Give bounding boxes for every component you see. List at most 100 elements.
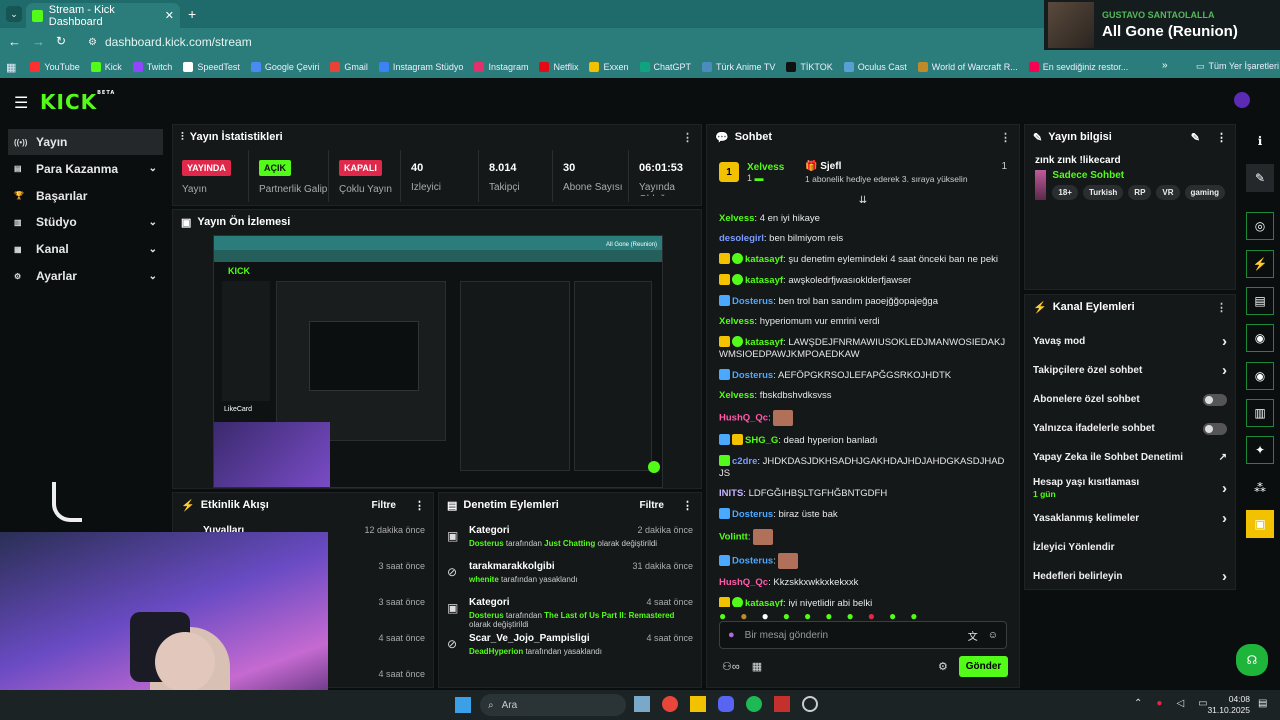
chat-username[interactable]: katasayf: [745, 598, 783, 607]
bookmark-item[interactable]: Twitch: [132, 62, 172, 72]
channel-action-item[interactable]: Hedefleri belirleyin ›: [1025, 562, 1235, 591]
moderation-item[interactable]: ▣ Kategori 4 saat önce Dosterus tarafından …: [439, 597, 701, 633]
bookmark-item[interactable]: Türk Anime TV: [702, 62, 775, 72]
gift-icon[interactable]: ▣: [1246, 510, 1274, 538]
stream-tag[interactable]: VR: [1156, 185, 1180, 200]
stream-tag[interactable]: 18+: [1052, 185, 1078, 200]
emoji-icon[interactable]: ☺: [988, 630, 998, 641]
moderator-name[interactable]: DeadHyperion: [469, 647, 523, 656]
sidebar-item-3[interactable]: ▥ Stüdyo ⌄: [8, 209, 163, 235]
edit-icon[interactable]: ✎: [1191, 131, 1200, 144]
bookmark-item[interactable]: World of Warcraft R...: [917, 62, 1018, 72]
chat-username[interactable]: HushQ_Qc: [719, 577, 768, 588]
channel-action-item[interactable]: Yapay Zeka ile Sohbet Denetimi ↗: [1025, 443, 1235, 472]
bookmark-item[interactable]: En sevdiğiniz restor...: [1028, 62, 1128, 72]
collapse-pinned-icon[interactable]: ⇊: [707, 195, 1019, 207]
chat-message[interactable]: desolegirl: ben bilmiyom reis: [719, 233, 1007, 245]
bookmark-item[interactable]: SpeedTest: [183, 62, 240, 72]
browser-tab[interactable]: Stream - Kick Dashboard ✕: [26, 3, 180, 28]
chat-message[interactable]: Xelvess: fbskdbshvdksvss: [719, 390, 1007, 402]
close-tab-icon[interactable]: ✕: [165, 9, 174, 22]
document-icon[interactable]: ▤: [1246, 287, 1274, 315]
stream-tag[interactable]: Turkish: [1082, 185, 1124, 200]
channel-action-item[interactable]: İzleyici Yönlendir: [1025, 533, 1235, 562]
chat-settings-icon[interactable]: ⚙: [938, 660, 948, 673]
activity-filter-button[interactable]: Filtre: [372, 500, 396, 511]
stats-menu-icon[interactable]: ⋮: [682, 131, 693, 144]
chat-message[interactable]: katasayf: iyi niyetlidir abi belki: [719, 597, 1007, 607]
bookmark-item[interactable]: Instagram Stüdyo: [378, 62, 463, 72]
discord-icon[interactable]: [718, 696, 734, 712]
chat-username[interactable]: Dosterus: [732, 556, 773, 567]
new-tab-button[interactable]: +: [188, 6, 196, 22]
stream-info-menu-icon[interactable]: ⋮: [1216, 131, 1227, 144]
chat-username[interactable]: Volintt: [719, 532, 748, 543]
chat-message[interactable]: Xelvess: 4 en iyi hikaye: [719, 213, 1007, 225]
chat-message[interactable]: Dosterus: biraz üste bak: [719, 508, 1007, 521]
toggle-switch[interactable]: [1203, 422, 1227, 435]
chat-message[interactable]: katasayf: LAWŞDEJFNRMAWIUSOKLEDJMANWOSIE…: [719, 336, 1007, 361]
chat-username[interactable]: katasayf: [745, 254, 783, 265]
clock[interactable]: 04:08 31.10.2025: [1186, 694, 1250, 716]
sidebar-item-1[interactable]: ▤ Para Kazanma ⌄: [8, 156, 163, 182]
moderator-name[interactable]: Dosterus: [469, 539, 504, 548]
chat-username[interactable]: SHG_G: [745, 435, 778, 446]
chat-username[interactable]: HushQ_Qc: [719, 413, 768, 424]
bookmark-item[interactable]: Kick: [90, 62, 122, 72]
wrench-icon[interactable]: ✦: [1246, 436, 1274, 464]
bookmark-item[interactable]: Netflix: [539, 62, 578, 72]
chat-username[interactable]: Xelvess: [719, 390, 754, 401]
all-bookmarks[interactable]: ▭ Tüm Yer İşaretleri: [1196, 61, 1279, 72]
server-icon[interactable]: ▥: [1246, 399, 1274, 427]
stream-tag[interactable]: gaming: [1184, 185, 1225, 200]
chat-username[interactable]: Dosterus: [732, 296, 773, 307]
channel-action-item[interactable]: Takipçilere özel sohbet ›: [1025, 356, 1235, 385]
category-name[interactable]: Sadece Sohbet: [1052, 170, 1225, 181]
chat-username[interactable]: INITS: [719, 488, 743, 499]
moderator-name[interactable]: Dosterus: [469, 611, 504, 620]
chat-message[interactable]: SHG_G: dead hyperion banladı: [719, 434, 1007, 447]
moderation-item[interactable]: ⊘ tarakmarakkolgibi 31 dakika önce whenite …: [439, 561, 701, 597]
forward-icon[interactable]: →: [32, 34, 45, 49]
chat-bubble-icon[interactable]: ◉: [1246, 324, 1274, 352]
taskbar-app-icon[interactable]: [634, 696, 650, 712]
chat-message[interactable]: Dosterus:: [719, 553, 1007, 569]
spotify-icon[interactable]: [746, 696, 762, 712]
taskbar-search[interactable]: ⌕ Ara: [480, 694, 626, 716]
profile-avatar[interactable]: [1234, 92, 1250, 108]
moderator-name[interactable]: whenite: [469, 575, 499, 584]
bookmark-item[interactable]: Instagram: [474, 62, 528, 72]
channel-action-item[interactable]: Yalnızca ifadelerle sohbet: [1025, 414, 1235, 443]
chat-message[interactable]: HushQ_Qc: Kkzskkxwkkxkekxxk: [719, 577, 1007, 589]
stream-tag[interactable]: RP: [1128, 185, 1152, 200]
chat-message[interactable]: Xelvess: hyperiomum vur emrini verdi: [719, 316, 1007, 328]
store-icon[interactable]: ▦: [752, 660, 762, 673]
integration-icon[interactable]: ⁂: [1246, 474, 1274, 502]
channel-action-item[interactable]: Abonelere özel sohbet: [1025, 385, 1235, 414]
reload-icon[interactable]: ↻: [56, 34, 66, 48]
channel-actions-menu-icon[interactable]: ⋮: [1216, 301, 1227, 314]
bookmark-item[interactable]: ChatGPT: [639, 62, 691, 72]
bookmark-item[interactable]: Oculus Cast: [843, 62, 907, 72]
site-info-icon[interactable]: ⚙: [88, 37, 97, 48]
lightning-icon[interactable]: ⚡: [1246, 250, 1274, 278]
bookmark-item[interactable]: Gmail: [330, 62, 368, 72]
broadcast-icon[interactable]: ◉: [1246, 362, 1274, 390]
chat-menu-icon[interactable]: ⋮: [1000, 131, 1011, 144]
toggle-switch[interactable]: [1203, 393, 1227, 406]
sidebar-item-2[interactable]: 🏆 Başarılar: [8, 183, 163, 209]
start-icon[interactable]: [455, 697, 471, 713]
moderation-item[interactable]: ▣ Kategori 2 dakika önce Dosterus tarafında…: [439, 525, 701, 561]
translate-icon[interactable]: 文: [968, 628, 978, 643]
infinity-icon[interactable]: ⚇∞: [722, 660, 740, 673]
support-icon[interactable]: ☊: [1236, 644, 1268, 676]
channel-action-item[interactable]: Yavaş mod ›: [1025, 327, 1235, 356]
moderation-menu-icon[interactable]: ⋮: [682, 499, 693, 512]
back-icon[interactable]: ←: [8, 34, 21, 49]
chrome-icon[interactable]: [662, 696, 678, 712]
chat-message[interactable]: HushQ_Qc:: [719, 410, 1007, 426]
chat-message[interactable]: katasayf: awşkoledrfjwasıoklderfjawser: [719, 274, 1007, 287]
chat-message[interactable]: Volintt:: [719, 529, 1007, 545]
tray-mic-icon[interactable]: ●: [1156, 698, 1162, 709]
chat-input[interactable]: ● Bir mesaj gönderin 文 ☺: [719, 621, 1007, 649]
